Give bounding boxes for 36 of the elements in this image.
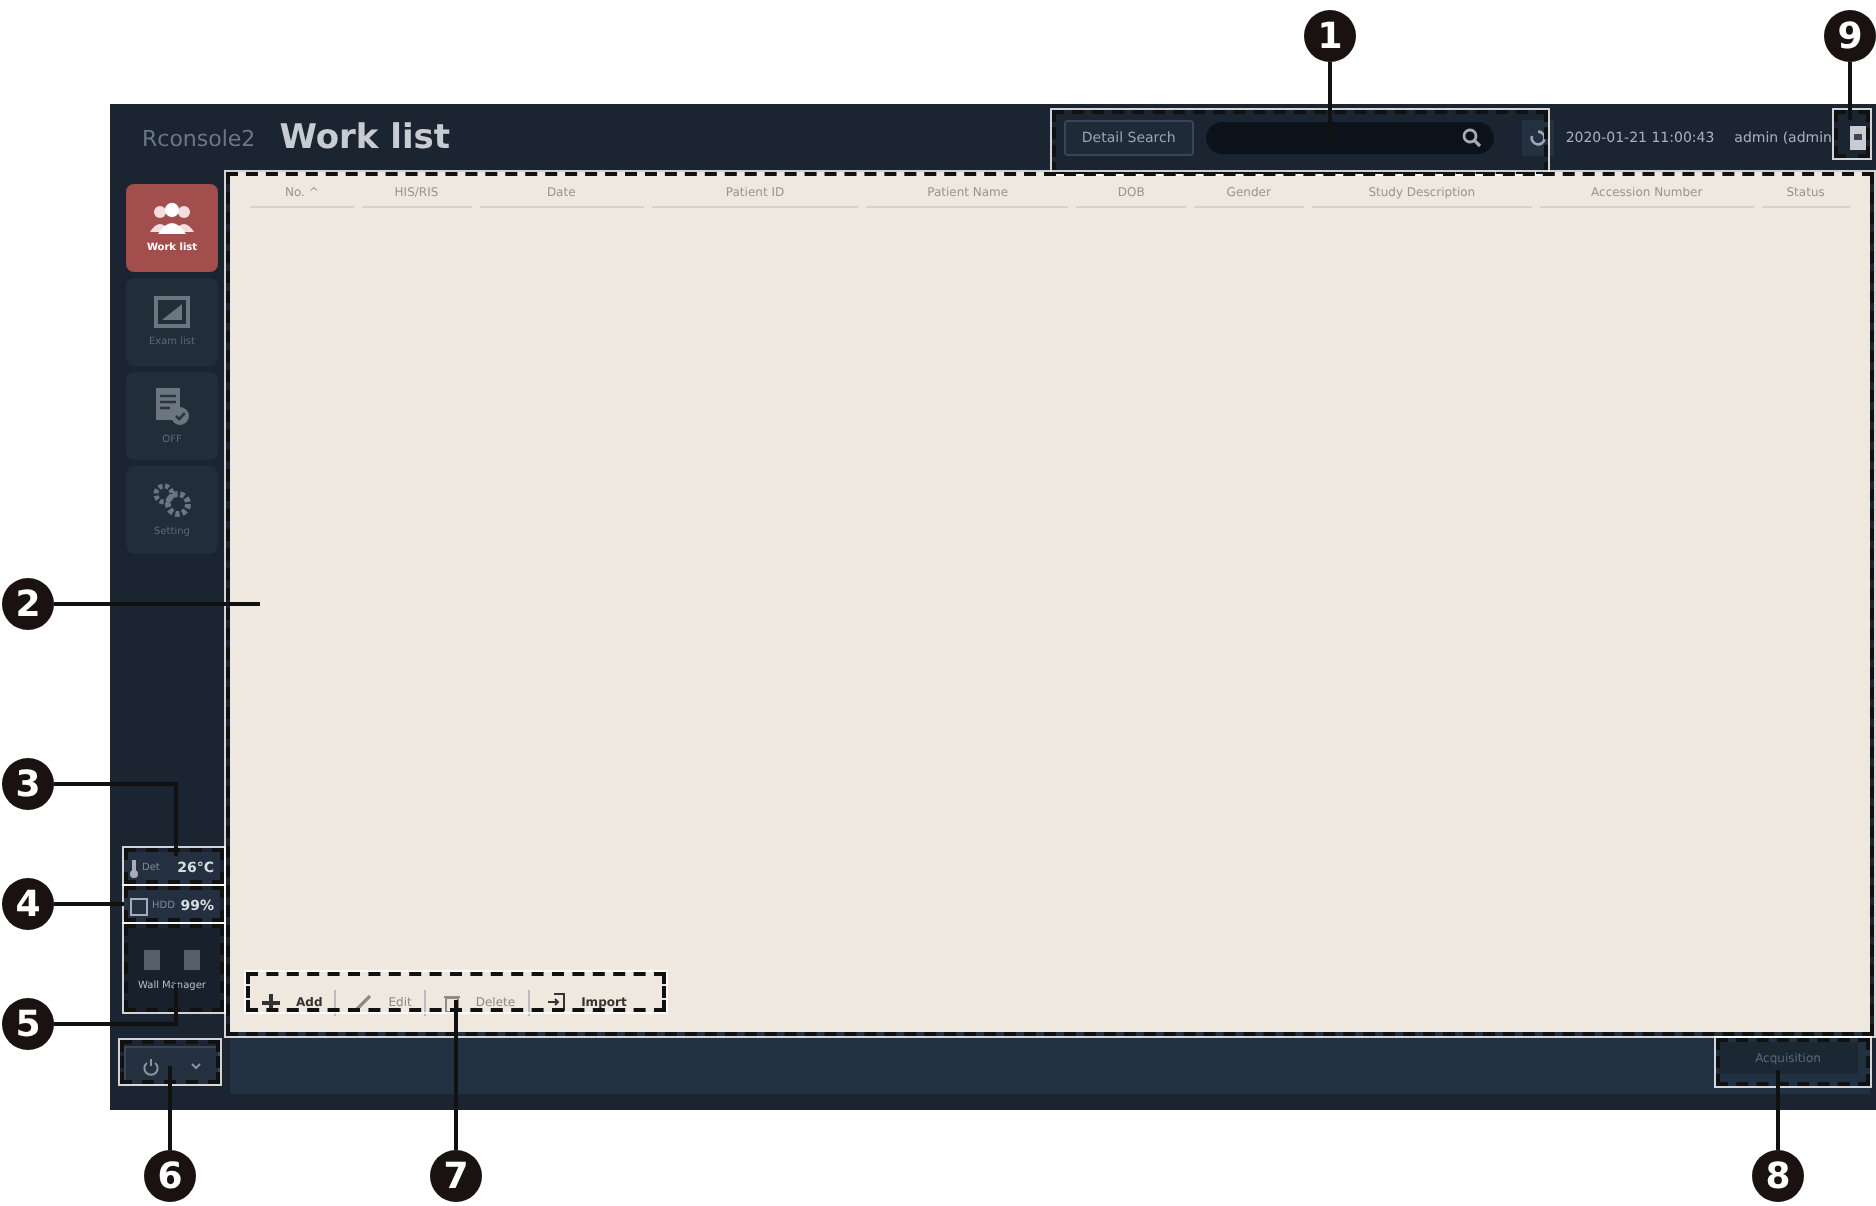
leader-line (1328, 62, 1332, 136)
people-icon (150, 202, 194, 234)
refresh-icon (1527, 128, 1548, 148)
leader-line (54, 902, 124, 906)
report-check-icon (154, 386, 190, 426)
trash-icon (443, 993, 460, 1011)
pencil-icon (354, 993, 373, 1011)
page-title: Work list (279, 118, 451, 158)
leader-line (54, 782, 178, 856)
app-name: Rconsole2 (142, 125, 256, 151)
search-field[interactable] (1205, 122, 1494, 154)
thermometer-icon (130, 859, 138, 877)
detector-icon (182, 948, 202, 972)
leader-line (1848, 62, 1852, 120)
callout-marker: 2 (2, 578, 54, 630)
leader-line (168, 1066, 172, 1150)
leader-line (1776, 1070, 1780, 1150)
gear-icon (152, 482, 192, 518)
callout-marker: 1 (1304, 10, 1356, 62)
detector-icon (142, 948, 162, 972)
logout-icon[interactable] (1848, 124, 1868, 152)
callout-marker: 3 (2, 758, 54, 810)
callout-frame (120, 1040, 220, 1084)
callout-marker: 8 (1752, 1150, 1804, 1202)
power-icon (141, 1057, 160, 1075)
caret-icon (190, 1062, 203, 1070)
callout-marker: 6 (144, 1150, 196, 1202)
plus-icon (262, 993, 280, 1011)
callout-frame (1834, 110, 1870, 158)
import-icon (547, 992, 566, 1012)
callout-marker: 5 (2, 998, 54, 1050)
image-icon (154, 296, 190, 328)
callout-marker: 4 (2, 878, 54, 930)
search-icon (1461, 128, 1482, 148)
callout-marker: 7 (430, 1150, 482, 1202)
callout-marker: 9 (1824, 10, 1876, 62)
